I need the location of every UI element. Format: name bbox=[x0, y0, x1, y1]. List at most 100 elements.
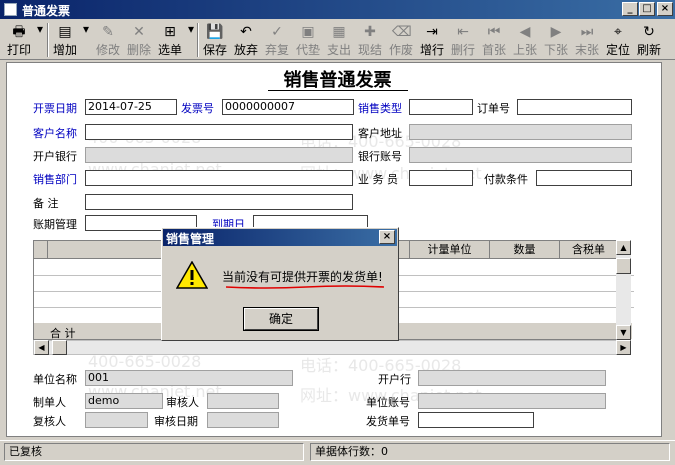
auditor-label: 审核人 bbox=[166, 396, 199, 409]
next-icon: ▶ bbox=[550, 24, 562, 40]
close-button[interactable]: × bbox=[657, 2, 673, 16]
printer-icon: 🖶 bbox=[12, 24, 26, 40]
grid-horizontal-scrollbar[interactable]: ◀ ▶ bbox=[33, 340, 631, 355]
sale-type-label: 销售类型 bbox=[358, 102, 402, 115]
scroll-right-icon[interactable]: ▶ bbox=[616, 340, 631, 355]
order-no-label: 订单号 bbox=[477, 102, 510, 115]
ok-button[interactable]: 确定 bbox=[244, 308, 318, 330]
dialog-title-bar: 销售管理 × bbox=[163, 229, 397, 246]
form-title: 销售普通发票 bbox=[283, 70, 392, 91]
add-dropdown[interactable]: ▾ bbox=[81, 22, 91, 58]
remark-field[interactable] bbox=[85, 194, 353, 210]
recheck-button[interactable]: ✓ 弃复 bbox=[262, 22, 292, 58]
abandon-label: 放弃 bbox=[233, 43, 258, 57]
sale-dept-label: 销售部门 bbox=[33, 173, 77, 186]
maker-field[interactable]: demo bbox=[85, 393, 163, 409]
open-bank-field[interactable] bbox=[418, 370, 606, 386]
status-text: 已复核 bbox=[4, 443, 304, 461]
customer-name-label: 客户名称 bbox=[33, 127, 77, 140]
unit-name-label: 单位名称 bbox=[33, 373, 77, 386]
customer-address-field[interactable] bbox=[409, 124, 632, 140]
reviewer-field[interactable] bbox=[85, 412, 148, 428]
delete-button[interactable]: ✕ 删除 bbox=[124, 22, 154, 58]
edit-button[interactable]: ✎ 修改 bbox=[93, 22, 123, 58]
expense-icon: ▦ bbox=[332, 24, 346, 40]
window-title: 普通发票 bbox=[22, 4, 71, 18]
audit-date-label: 审核日期 bbox=[154, 415, 198, 428]
grid-vertical-scrollbar[interactable]: ▲ ▼ bbox=[616, 240, 631, 340]
unit-account-field[interactable] bbox=[418, 393, 606, 409]
last-label: 末张 bbox=[574, 43, 599, 57]
payment-terms-label: 付款条件 bbox=[484, 173, 528, 186]
advance-label: 代垫 bbox=[295, 43, 320, 57]
window-title-bar: 普通发票 _ □ × bbox=[0, 0, 675, 19]
save-label: 保存 bbox=[202, 43, 227, 57]
unit-account-label: 单位账号 bbox=[366, 396, 410, 409]
locate-button[interactable]: ⌖ 定位 bbox=[603, 22, 633, 58]
unit-name-field[interactable]: 001 bbox=[85, 370, 293, 386]
bank-field[interactable] bbox=[85, 147, 353, 163]
scroll-up-icon[interactable]: ▲ bbox=[616, 240, 631, 255]
abandon-button[interactable]: ↶ 放弃 bbox=[231, 22, 261, 58]
advance-button[interactable]: ▣ 代垫 bbox=[293, 22, 323, 58]
sale-type-field[interactable] bbox=[409, 99, 473, 115]
expense-label: 支出 bbox=[326, 43, 351, 57]
save-button[interactable]: 💾 保存 bbox=[200, 22, 230, 58]
maker-label: 制单人 bbox=[33, 396, 66, 409]
save-icon: 💾 bbox=[206, 24, 224, 40]
settle-icon: ✚ bbox=[364, 24, 376, 40]
scroll-left-icon[interactable]: ◀ bbox=[34, 340, 49, 355]
grid-corner bbox=[34, 241, 48, 259]
last-button[interactable]: ⏭ 末张 bbox=[572, 22, 602, 58]
grid-header-quantity[interactable]: 数量 bbox=[490, 241, 560, 259]
delivery-no-field[interactable] bbox=[418, 412, 534, 428]
sale-dept-field[interactable] bbox=[85, 170, 353, 186]
delete-row-button[interactable]: ⇤ 删行 bbox=[448, 22, 478, 58]
add-row-button[interactable]: ⇥ 增行 bbox=[417, 22, 447, 58]
void-icon: ⌫ bbox=[392, 24, 412, 40]
expense-button[interactable]: ▦ 支出 bbox=[324, 22, 354, 58]
refresh-button[interactable]: ↻ 刷新 bbox=[634, 22, 664, 58]
grid-header-tax-price[interactable]: 含税单 bbox=[560, 241, 618, 259]
settle-button[interactable]: ✚ 现结 bbox=[355, 22, 385, 58]
delivery-no-label: 发货单号 bbox=[366, 415, 410, 428]
prev-button[interactable]: ◀ 上张 bbox=[510, 22, 540, 58]
first-button[interactable]: ⏮ 首张 bbox=[479, 22, 509, 58]
status-bar: 已复核 单据体行数：0 bbox=[0, 440, 675, 465]
select-dropdown[interactable]: ▾ bbox=[186, 22, 196, 58]
audit-date-field[interactable] bbox=[207, 412, 279, 428]
order-no-field[interactable] bbox=[517, 99, 632, 115]
auditor-field[interactable] bbox=[207, 393, 279, 409]
invoice-no-field[interactable]: 0000000007 bbox=[222, 99, 354, 115]
payment-terms-field[interactable] bbox=[536, 170, 632, 186]
refresh-icon: ↻ bbox=[643, 24, 655, 40]
next-button[interactable]: ▶ 下张 bbox=[541, 22, 571, 58]
invoice-date-field[interactable]: 2014-07-25 bbox=[85, 99, 177, 115]
maximize-button[interactable]: □ bbox=[639, 2, 655, 16]
add-doc-icon: ▤ bbox=[58, 24, 72, 40]
select-button[interactable]: ⊞ 选单 bbox=[155, 22, 185, 58]
dialog-close-icon[interactable]: × bbox=[379, 230, 395, 244]
hscroll-thumb[interactable] bbox=[52, 340, 67, 355]
scroll-down-icon[interactable]: ▼ bbox=[616, 325, 631, 340]
bank-account-field[interactable] bbox=[409, 147, 632, 163]
reviewer-label: 复核人 bbox=[33, 415, 66, 428]
print-button[interactable]: 🖶 打印 bbox=[4, 22, 34, 58]
scroll-thumb[interactable] bbox=[616, 258, 631, 274]
add-row-label: 增行 bbox=[419, 43, 444, 57]
open-bank-label: 开户行 bbox=[378, 373, 411, 386]
toolbar-separator bbox=[47, 23, 49, 57]
red-underline-annotation bbox=[226, 285, 384, 289]
salesman-field[interactable] bbox=[409, 170, 473, 186]
void-button[interactable]: ⌫ 作废 bbox=[386, 22, 416, 58]
add-button[interactable]: ▤ 增加 bbox=[50, 22, 80, 58]
grid-header-unit[interactable]: 计量单位 bbox=[410, 241, 490, 259]
invoice-no-label: 发票号 bbox=[181, 102, 214, 115]
print-dropdown[interactable]: ▾ bbox=[35, 22, 45, 58]
locate-icon: ⌖ bbox=[614, 24, 622, 40]
settle-label: 现结 bbox=[357, 43, 382, 57]
minimize-button[interactable]: _ bbox=[622, 2, 638, 16]
customer-name-field[interactable] bbox=[85, 124, 353, 140]
dialog-message: 当前没有可提供开票的发货单! bbox=[222, 270, 383, 284]
delete-icon: ✕ bbox=[133, 24, 145, 40]
